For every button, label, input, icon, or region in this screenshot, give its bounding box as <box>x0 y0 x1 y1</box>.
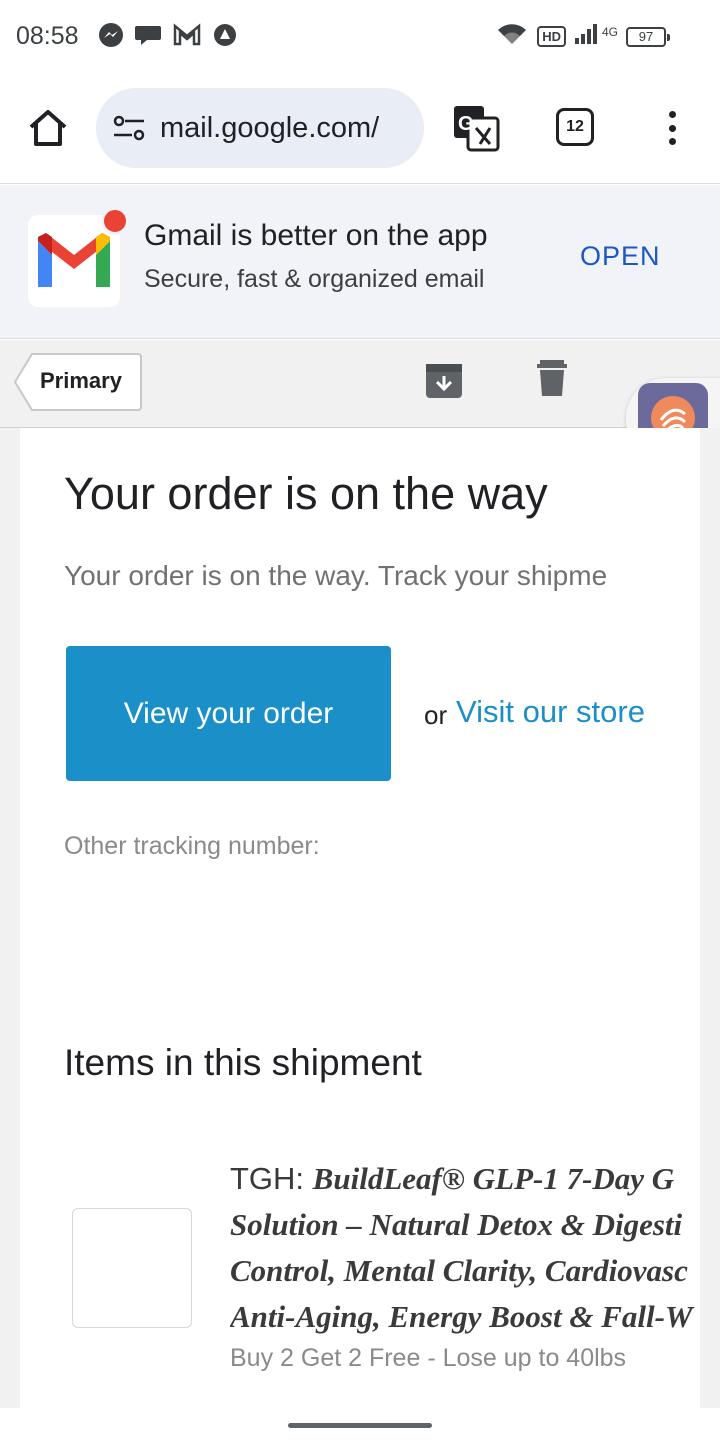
item-subtitle: Buy 2 Get 2 Free - Lose up to 40lbs <box>230 1344 627 1372</box>
items-heading: Items in this shipment <box>64 1042 422 1083</box>
home-button[interactable] <box>26 106 70 150</box>
messenger-icon <box>98 22 124 53</box>
gmail-icon <box>172 23 202 52</box>
banner-title: Gmail is better on the app <box>144 219 488 252</box>
item-thumbnail[interactable] <box>72 1208 192 1328</box>
trash-icon <box>537 360 567 396</box>
banner-subtitle: Secure, fast & organized email <box>144 265 485 293</box>
home-indicator[interactable] <box>288 1423 432 1428</box>
delete-button[interactable] <box>532 358 572 398</box>
menu-dot <box>668 111 676 118</box>
svg-text:G: G <box>458 113 474 135</box>
overflow-menu-button[interactable] <box>664 106 680 150</box>
signal-icon <box>574 22 598 51</box>
visit-store-link[interactable]: Visit our store <box>456 694 645 730</box>
app-install-banner: Gmail is better on the app Secure, fast … <box>0 185 720 339</box>
chat-icon <box>134 22 162 53</box>
email-heading: Your order is on the way <box>64 468 548 519</box>
tabs-button[interactable]: 12 <box>556 108 594 146</box>
email-body: Your order is on the way Your order is o… <box>20 428 700 1408</box>
open-app-button[interactable]: OPEN <box>580 241 661 272</box>
notification-icons <box>98 22 238 53</box>
archive-icon <box>426 364 462 398</box>
status-time: 08:58 <box>16 22 79 50</box>
menu-dot <box>668 124 676 132</box>
home-icon <box>29 110 67 146</box>
or-text: or <box>424 700 448 730</box>
notification-badge <box>101 207 129 235</box>
tracking-label: Other tracking number: <box>64 832 320 860</box>
item-prefix: TGH: <box>230 1161 313 1196</box>
translate-icon: G <box>454 106 500 152</box>
browser-toolbar: mail.google.com/ G 12 <box>0 72 720 184</box>
network-type: 4G <box>601 24 618 39</box>
email-preview-text: Your order is on the way. Track your shi… <box>64 560 608 591</box>
site-settings-icon[interactable] <box>112 113 146 143</box>
vpn-icon <box>212 22 238 53</box>
item-title-line-3: Control, Mental Clarity, Cardiovasc <box>230 1253 688 1288</box>
item-title-line-4: Anti-Aging, Energy Boost & Fall-W <box>230 1299 693 1334</box>
mail-action-bar: Primary <box>0 340 720 428</box>
item-title-line-2: Solution – Natural Detox & Digesti <box>230 1207 683 1242</box>
menu-dot <box>668 138 676 145</box>
wifi-icon <box>495 20 529 53</box>
translate-button[interactable]: G <box>452 104 500 152</box>
item-title[interactable]: TGH: BuildLeaf® GLP-1 7-Day G Solution –… <box>230 1156 700 1340</box>
address-bar[interactable]: mail.google.com/ <box>96 88 424 168</box>
url-text: mail.google.com/ <box>160 111 380 144</box>
gesture-bar <box>0 1408 720 1440</box>
view-order-button[interactable]: View your order <box>66 646 391 781</box>
item-title-line-1: TGH: BuildLeaf® GLP-1 7-Day G <box>230 1156 700 1202</box>
email-gutter-left <box>0 428 20 1408</box>
back-label[interactable]: Primary <box>40 368 122 394</box>
item-title-text: BuildLeaf® GLP-1 7-Day G <box>312 1161 675 1196</box>
status-bar: 08:58 HD 4G 97 <box>0 0 720 72</box>
system-icons: HD 4G 97 <box>495 20 670 53</box>
battery-icon: 97 <box>626 26 670 47</box>
archive-button[interactable] <box>424 360 464 400</box>
email-gutter-right <box>700 428 720 1408</box>
hd-icon: HD <box>537 26 566 47</box>
